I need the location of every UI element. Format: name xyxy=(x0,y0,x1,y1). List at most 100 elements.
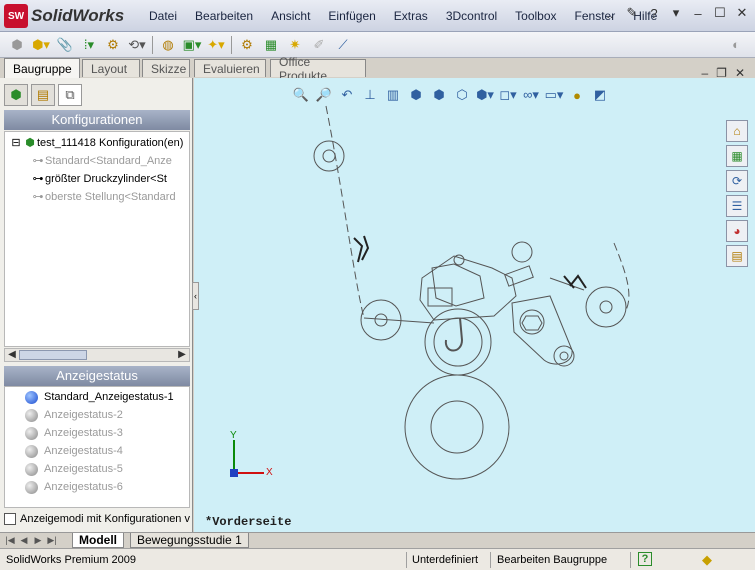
tab-prev-icon[interactable]: ◀ xyxy=(18,534,30,547)
section-view-icon[interactable]: ⊥ xyxy=(361,86,379,104)
link-display-modes-option[interactable]: Anzeigemodi mit Konfigurationen ve xyxy=(4,511,190,527)
component-icon[interactable]: ⬢ xyxy=(8,36,26,54)
display-state-item[interactable]: Anzeigestatus-3 xyxy=(25,424,123,442)
status-separator xyxy=(406,552,407,568)
insert-component-icon[interactable]: ⬢▾ xyxy=(32,36,50,54)
move-component-icon[interactable]: ⟲▾ xyxy=(128,36,146,54)
edit-appearance-icon[interactable]: ◻▾ xyxy=(499,86,517,104)
link-display-modes-checkbox[interactable] xyxy=(4,513,16,525)
appearances-icon[interactable]: ◕ xyxy=(726,220,748,242)
tab-baugruppe[interactable]: Baugruppe xyxy=(4,58,80,78)
config-item[interactable]: ⊶ Standard<Standard_Anze xyxy=(31,152,172,170)
heads-up-view-toolbar: 🔍 🔎 ↶ ⊥ ▥ ⬢ ⬢ ⬡ ⬢▾ ◻▾ ∞▾ ▭▾ ● ◩ xyxy=(292,86,609,104)
tab-first-icon[interactable]: |◀ xyxy=(4,534,16,547)
toolbar-options-icon[interactable]: ◐ xyxy=(727,36,745,54)
minimize-button[interactable]: – xyxy=(689,4,707,22)
menu-extras[interactable]: Extras xyxy=(385,9,437,23)
property-manager-tab-icon[interactable]: ▤ xyxy=(31,84,55,106)
menu-datei[interactable]: Datei xyxy=(140,9,186,23)
file-explorer-icon[interactable]: ⟳ xyxy=(726,170,748,192)
assembly-features-icon[interactable]: ▣▾ xyxy=(183,36,202,54)
belt-outline xyxy=(363,317,435,324)
toolbar-separator xyxy=(231,35,232,54)
mate-icon[interactable]: 📎 xyxy=(56,36,74,54)
help-button[interactable]: ? xyxy=(645,4,663,22)
config-item-active[interactable]: ⊶ größter Druckzylinder<St xyxy=(31,170,167,188)
config-item[interactable]: ⊶ oberste Stellung<Standard xyxy=(31,188,176,206)
rebuild-icon[interactable]: ◆ xyxy=(702,552,712,568)
smart-fasteners-icon[interactable]: ⚙ xyxy=(104,36,122,54)
design-library-icon[interactable]: ▦ xyxy=(726,145,748,167)
status-help-button[interactable]: ? xyxy=(638,552,652,566)
linear-pattern-icon[interactable]: ⁞▾ xyxy=(80,36,98,54)
window-controls: .. ✎ ? ▾ – ☐ ✕ xyxy=(601,4,751,22)
display-state-list: Standard_Anzeigestatus-1 Anzeigestatus-2… xyxy=(4,386,190,508)
view-orientation-icon[interactable]: ▥ xyxy=(384,86,402,104)
doc-close-button[interactable]: ✕ xyxy=(735,66,745,80)
explode-line-sketch-icon[interactable]: ✐ xyxy=(310,36,328,54)
display-state-item[interactable]: Anzeigestatus-2 xyxy=(25,406,123,424)
configuration-tree: ⊟ ⬢ test_111418 Konfiguration(en) ⊶ Standar… xyxy=(4,131,190,347)
display-state-item[interactable]: Anzeigestatus-5 xyxy=(25,460,123,478)
new-motion-study-icon[interactable]: ⚙ xyxy=(238,36,256,54)
tab-next-icon[interactable]: ▶ xyxy=(32,534,44,547)
tab-last-icon[interactable]: ▶| xyxy=(46,534,58,547)
panel-collapse-handle[interactable]: ‹ xyxy=(192,282,199,310)
configuration-manager-tab-icon[interactable]: ⧉ xyxy=(58,84,82,106)
tab-layout[interactable]: Layout xyxy=(82,59,140,77)
collapse-icon[interactable]: ⊟ xyxy=(9,134,23,152)
show-hidden-icon[interactable]: ◍ xyxy=(159,36,177,54)
maximize-button[interactable]: ☐ xyxy=(711,4,729,22)
realview-icon[interactable]: ● xyxy=(568,86,586,104)
tab-office-produkte[interactable]: Office Produkte xyxy=(270,55,366,83)
menu-bearbeiten[interactable]: Bearbeiten xyxy=(186,9,262,23)
previous-view-icon[interactable]: ↶ xyxy=(338,86,356,104)
solidworks-logo[interactable]: SW SolidWorks xyxy=(4,4,124,28)
zoom-to-fit-icon[interactable]: 🔍 xyxy=(292,86,310,104)
reference-geometry-icon[interactable]: ✦▾ xyxy=(207,36,225,54)
hide-show-items-icon[interactable]: ⬢▾ xyxy=(476,86,494,104)
display-state-item[interactable]: Anzeigestatus-4 xyxy=(25,442,123,460)
doc-minimize-button[interactable]: – xyxy=(701,66,708,80)
status-separator xyxy=(630,552,631,568)
axis-x-label: X xyxy=(266,467,273,478)
zoom-to-area-icon[interactable]: 🔎 xyxy=(315,86,333,104)
bottom-tab-bar: |◀ ◀ ▶ ▶| Modell Bewegungsstudie 1 xyxy=(0,532,755,548)
config-label: oberste Stellung<Standard xyxy=(45,191,176,203)
menu-more[interactable]: .. xyxy=(601,4,619,22)
tab-evaluieren[interactable]: Evaluieren xyxy=(194,59,266,77)
pin-icon[interactable]: ✎ xyxy=(623,4,641,22)
menu-einfuegen[interactable]: Einfügen xyxy=(319,9,384,23)
exploded-view-icon[interactable]: ✷ xyxy=(286,36,304,54)
scroll-left-icon[interactable]: ◀ xyxy=(5,349,19,361)
graphics-viewport[interactable]: Y X xyxy=(194,78,755,532)
doc-restore-button[interactable]: ❐ xyxy=(716,66,727,80)
horizontal-scrollbar[interactable]: ◀ ▶ xyxy=(4,348,190,362)
shaded-edges-icon[interactable]: ⬡ xyxy=(453,86,471,104)
view-palette-icon[interactable]: ☰ xyxy=(726,195,748,217)
tree-root[interactable]: ⊟ ⬢ test_111418 Konfiguration(en) xyxy=(9,134,183,152)
tab-modell[interactable]: Modell xyxy=(72,533,124,548)
menu-3dcontrol[interactable]: 3Dcontrol xyxy=(437,9,506,23)
tab-bewegungsstudie[interactable]: Bewegungsstudie 1 xyxy=(130,533,249,548)
tab-skizze[interactable]: Skizze xyxy=(142,59,190,77)
scrollbar-thumb[interactable] xyxy=(19,350,87,360)
menu-toolbox[interactable]: Toolbox xyxy=(506,9,565,23)
custom-properties-icon[interactable]: ▤ xyxy=(726,245,748,267)
instant3d-icon[interactable]: ⟋ xyxy=(334,36,352,54)
home-icon[interactable]: ⌂ xyxy=(726,120,748,142)
apply-scene-icon[interactable]: ∞▾ xyxy=(522,86,540,104)
view-settings-icon[interactable]: ▭▾ xyxy=(545,86,564,104)
panel-tabs: ⬢ ▤ ⧉ xyxy=(4,84,82,106)
bill-of-materials-icon[interactable]: ▦ xyxy=(262,36,280,54)
menu-ansicht[interactable]: Ansicht xyxy=(262,9,319,23)
close-button[interactable]: ✕ xyxy=(733,4,751,22)
chevron-down-icon[interactable]: ▾ xyxy=(667,4,685,22)
scroll-right-icon[interactable]: ▶ xyxy=(175,349,189,361)
view-cube-icon[interactable]: ◩ xyxy=(591,86,609,104)
display-style-icon[interactable]: ⬢ xyxy=(407,86,425,104)
shaded-icon[interactable]: ⬢ xyxy=(430,86,448,104)
display-state-item[interactable]: Standard_Anzeigestatus-1 xyxy=(25,388,174,406)
feature-tree-tab-icon[interactable]: ⬢ xyxy=(4,84,28,106)
display-state-item[interactable]: Anzeigestatus-6 xyxy=(25,478,123,496)
